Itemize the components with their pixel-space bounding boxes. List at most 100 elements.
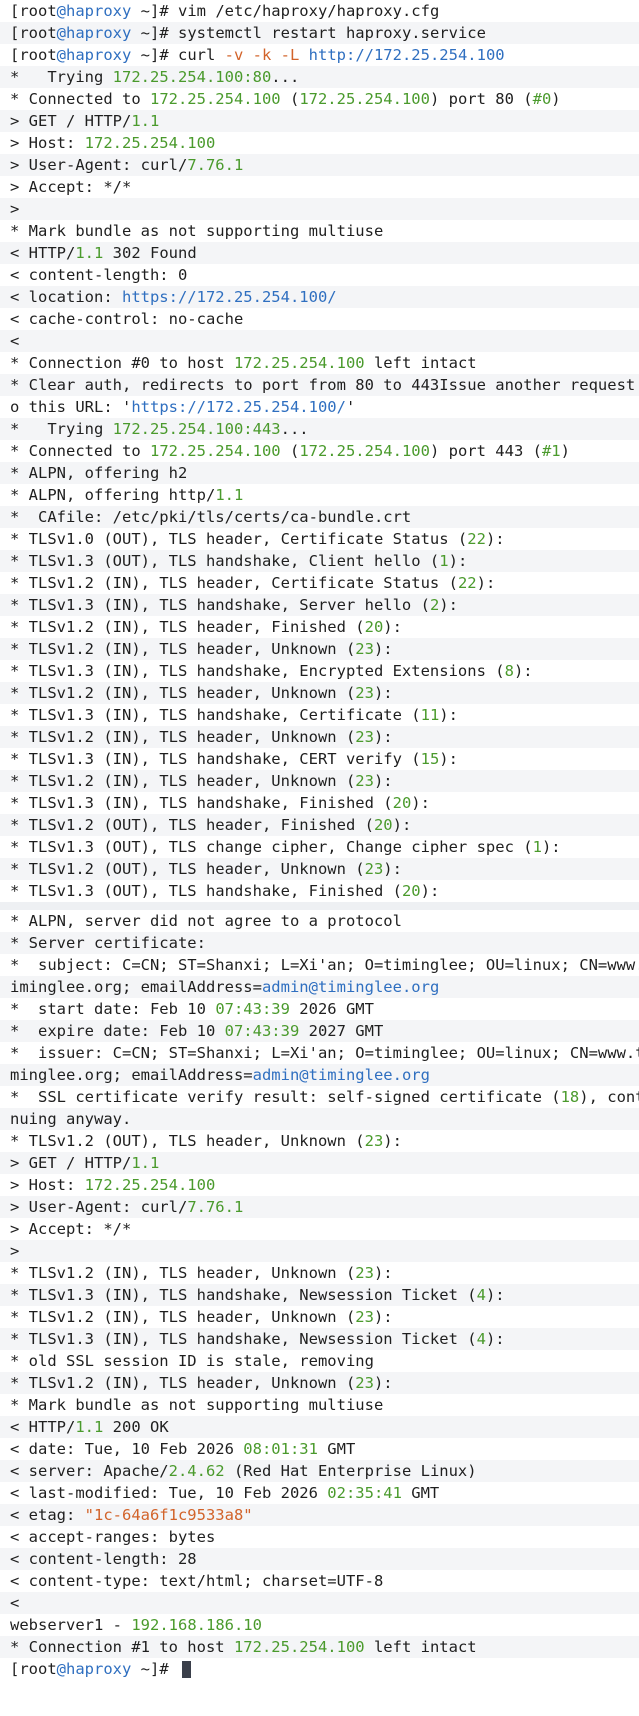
terminal-line: <	[0, 1592, 639, 1614]
terminal-line: * TLSv1.2 (IN), TLS header, Finished (20…	[0, 616, 639, 638]
terminal-line: * TLSv1.2 (OUT), TLS header, Unknown (23…	[0, 858, 639, 880]
line-segment: 02:35:41	[327, 1484, 402, 1502]
line-segment: (	[280, 90, 300, 108]
line-segment: * TLSv1.3 (IN), TLS handshake, Certifica…	[10, 706, 421, 724]
line-segment: 4	[476, 1330, 486, 1348]
line-segment: 15	[420, 750, 440, 768]
line-segment: * Connection #0 to host	[10, 354, 234, 372]
line-segment: * TLSv1.2 (IN), TLS header, Unknown (	[10, 1374, 356, 1392]
terminal-line: * subject: C=CN; ST=Shanxi; L=Xi'an; O=t…	[0, 954, 639, 976]
terminal-line: iminglee.org; emailAddress=admin@timingl…	[0, 976, 639, 998]
terminal-output-block-2: * ALPN, server did not agree to a protoc…	[0, 910, 639, 1680]
line-segment: ):	[411, 794, 430, 812]
line-segment: ):	[373, 772, 393, 790]
line-segment: < HTTP/	[10, 244, 76, 262]
line-segment: 20	[373, 816, 393, 834]
terminal-line: >	[0, 1240, 639, 1262]
line-segment: ):	[383, 1132, 402, 1150]
line-segment: * Connection #1 to host	[10, 1638, 234, 1656]
line-segment: > Accept: */*	[10, 178, 132, 196]
line-segment: * subject: C=CN; ST=Shanxi; L=Xi'an; O=t…	[10, 956, 639, 974]
terminal-line: [root@haproxy ~]# systemctl restart hapr…	[0, 22, 639, 44]
line-segment: ):	[383, 860, 402, 878]
terminal-window[interactable]: [root@haproxy ~]# vim /etc/haproxy/hapro…	[0, 0, 639, 1716]
terminal-line: < content-length: 28	[0, 1548, 639, 1570]
line-segment: https://172.25.254.100/	[131, 398, 346, 416]
terminal-line: < accept-ranges: bytes	[0, 1526, 639, 1548]
line-segment: minglee.org; emailAddress=	[10, 1066, 253, 1084]
terminal-line: * TLSv1.3 (IN), TLS handshake, Newsessio…	[0, 1284, 639, 1306]
line-segment: <	[10, 332, 20, 350]
terminal-line: * TLSv1.3 (IN), TLS handshake, Newsessio…	[0, 1328, 639, 1350]
terminal-line: * old SSL session ID is stale, removing	[0, 1350, 639, 1372]
line-segment: 172.25.254.100:80	[112, 68, 272, 86]
terminal-line: * Mark bundle as not supporting multiuse	[0, 1394, 639, 1416]
line-segment: > GET / HTTP/	[10, 1154, 132, 1172]
terminal-line: < date: Tue, 10 Feb 2026 08:01:31 GMT	[0, 1438, 639, 1460]
terminal-line: * start date: Feb 10 07:43:39 2026 GMT	[0, 998, 639, 1020]
line-segment: * TLSv1.2 (OUT), TLS header, Unknown (	[10, 860, 365, 878]
line-segment: admin@timinglee.org	[261, 978, 440, 996]
line-segment: #0	[532, 90, 552, 108]
line-segment: * issuer: C=CN; ST=Shanxi; L=Xi'an; O=ti…	[10, 1044, 639, 1062]
line-segment: 22	[467, 530, 486, 548]
line-segment: * TLSv1.3 (OUT), TLS change cipher, Chan…	[10, 838, 533, 856]
line-segment: ):	[476, 574, 496, 592]
terminal-line: * TLSv1.3 (OUT), TLS change cipher, Chan…	[0, 836, 639, 858]
line-segment: 20	[364, 618, 384, 636]
line-segment: * Server certificate:	[10, 934, 206, 952]
line-segment: 8	[504, 662, 514, 680]
line-segment: [root	[10, 46, 57, 64]
terminal-line: > User-Agent: curl/7.76.1	[0, 1196, 639, 1218]
terminal-line: < HTTP/1.1 200 OK	[0, 1416, 639, 1438]
line-segment: * old SSL session ID is stale, removing	[10, 1352, 374, 1370]
line-segment: * Trying	[10, 68, 113, 86]
line-segment: ):	[448, 552, 468, 570]
line-segment: > Host:	[10, 134, 85, 152]
terminal-line: * Trying 172.25.254.100:80...	[0, 66, 639, 88]
line-segment: >	[10, 1242, 20, 1260]
line-segment: * TLSv1.2 (IN), TLS header, Unknown (	[10, 640, 356, 658]
terminal-line: minglee.org; emailAddress=admin@timingle…	[0, 1064, 639, 1086]
line-segment: ):	[373, 640, 393, 658]
line-segment: * TLSv1.3 (IN), TLS handshake, Newsessio…	[10, 1286, 477, 1304]
line-segment: 172.25.254.100	[84, 134, 216, 152]
line-segment: < cache-control: no-cache	[10, 310, 244, 328]
line-segment: * ALPN, offering http/	[10, 486, 216, 504]
terminal-line: * Connected to 172.25.254.100 (172.25.25…	[0, 440, 639, 462]
line-segment: <	[10, 1594, 20, 1612]
line-segment: * TLSv1.3 (IN), TLS handshake, CERT veri…	[10, 750, 421, 768]
line-segment: 23	[364, 1132, 384, 1150]
line-segment: * Trying	[10, 420, 113, 438]
line-segment: * TLSv1.0 (OUT), TLS header, Certificate…	[10, 530, 468, 548]
line-segment: ):	[439, 596, 458, 614]
line-segment: 1.1	[131, 112, 160, 130]
text-cursor[interactable]	[182, 1661, 191, 1678]
line-segment: ):	[439, 706, 458, 724]
line-segment: 18	[560, 1088, 580, 1106]
terminal-line: * CAfile: /etc/pki/tls/certs/ca-bundle.c…	[0, 506, 639, 528]
line-segment: 22	[457, 574, 477, 592]
line-segment: 302 Found	[103, 244, 197, 262]
line-segment: * TLSv1.2 (IN), TLS header, Unknown (	[10, 772, 356, 790]
line-segment: * TLSv1.3 (IN), TLS handshake, Newsessio…	[10, 1330, 477, 1348]
line-segment: 20	[392, 794, 412, 812]
line-segment: < location:	[10, 288, 122, 306]
line-segment: < etag:	[10, 1506, 85, 1524]
line-segment: 23	[364, 860, 384, 878]
line-segment: < date: Tue, 10 Feb 2026	[10, 1440, 244, 1458]
line-segment: > Host:	[10, 1176, 85, 1194]
line-segment: 11	[420, 706, 440, 724]
line-segment: ):	[513, 662, 533, 680]
terminal-line: * TLSv1.3 (OUT), TLS handshake, Client h…	[0, 550, 639, 572]
line-segment: ~]# curl	[131, 46, 225, 64]
line-segment: ~]# vim /etc/haproxy/haproxy.cfg	[131, 2, 440, 20]
line-segment: > User-Agent: curl/	[10, 1198, 188, 1216]
terminal-line: * TLSv1.2 (IN), TLS header, Unknown (23)…	[0, 770, 639, 792]
line-segment: 172.25.254.100	[84, 1176, 216, 1194]
line-segment: ~]#	[131, 1660, 178, 1678]
terminal-line: * TLSv1.3 (IN), TLS handshake, Finished …	[0, 792, 639, 814]
terminal-line: * Server certificate:	[0, 932, 639, 954]
line-segment: * TLSv1.2 (IN), TLS header, Finished (	[10, 618, 365, 636]
line-segment: https://172.25.254.100/	[121, 288, 337, 306]
